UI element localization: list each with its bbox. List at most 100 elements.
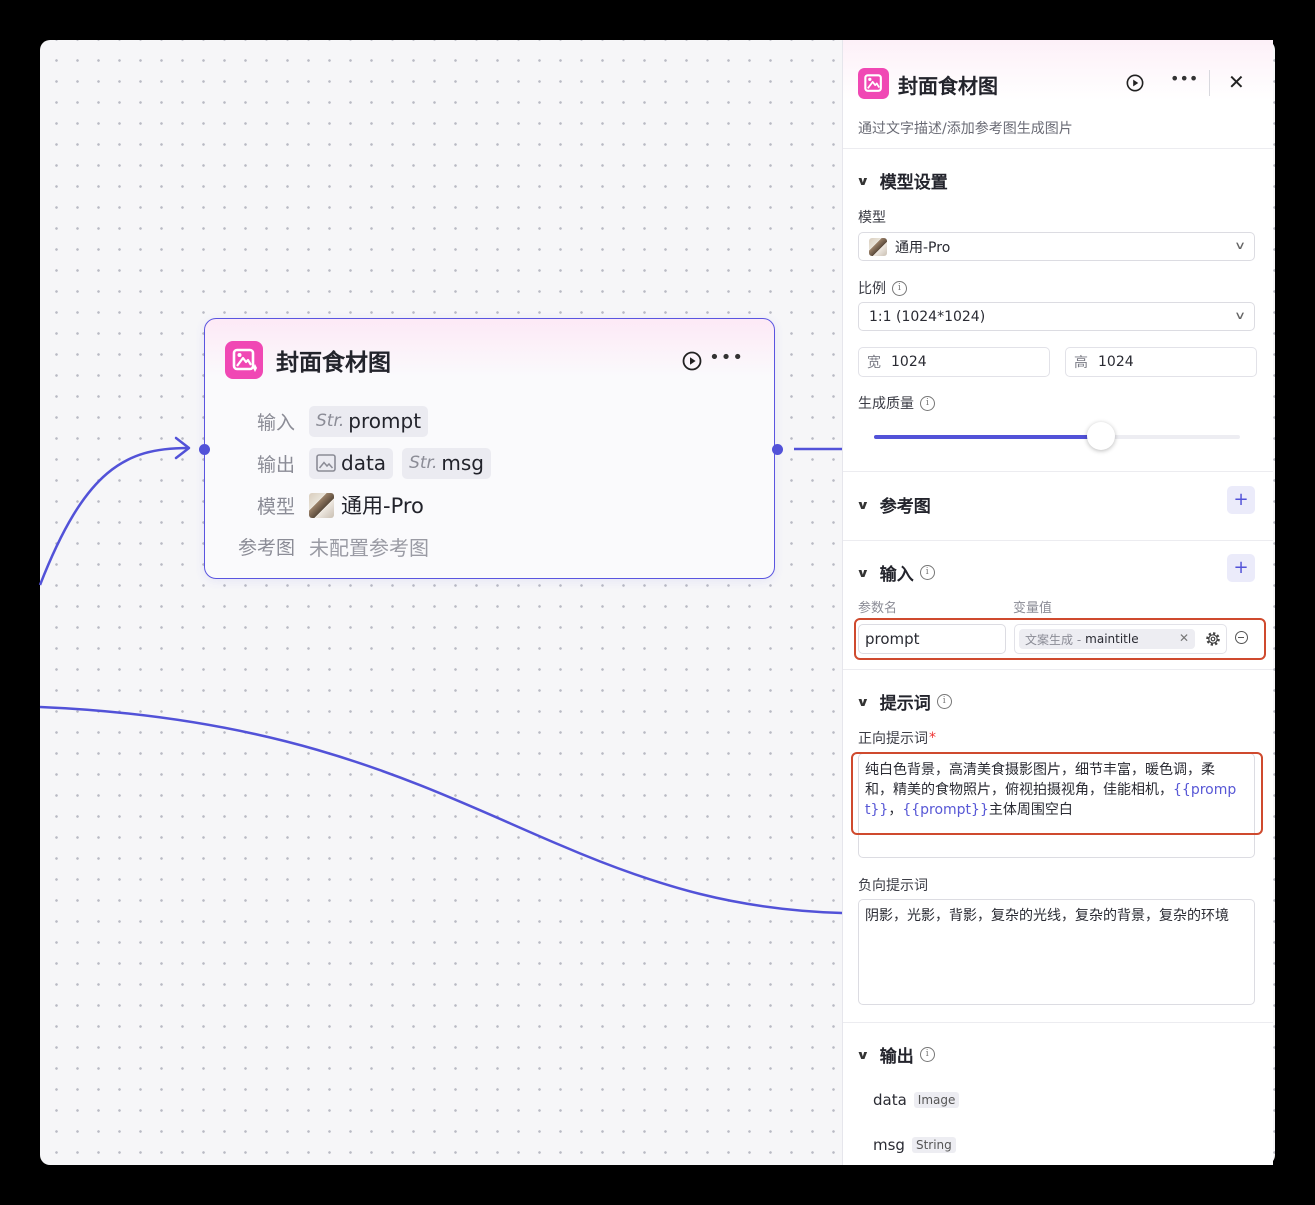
chevron-down-icon: ∨ [856,565,870,580]
output-type-badge: String [911,1137,956,1153]
height-input[interactable]: 高 1024 [1065,347,1257,377]
section-title: 输出 [879,1047,914,1067]
row-label: 输出 [256,453,295,476]
section-inputs[interactable]: ∨ 输入 i [856,560,935,585]
field-label: 比例 [858,281,886,297]
column-header-name: 参数名 [858,601,898,616]
remove-row-icon[interactable] [1235,631,1248,644]
param-name-value: prompt [865,630,920,648]
negative-prompt-textarea[interactable]: 阴影，光影，背影，复杂的光线，复杂的背景，复杂的环境 [858,899,1255,1005]
divider [843,1022,1273,1023]
slider-fill [874,435,1101,439]
divider [843,669,1273,670]
ratio-select[interactable]: 1:1 (1024*1024) ∨ [858,302,1255,331]
model-value: 通用-Pro [341,494,424,518]
output-name: msg [873,1136,905,1154]
node-title: 封面食材图 [276,350,391,376]
positive-prompt-highlight [851,752,1263,835]
chevron-down-icon: ∨ [856,173,870,188]
section-title: 输入 [879,565,914,585]
string-type-icon: Str. [316,411,345,431]
quality-label-row: 生成质量 i [858,393,935,413]
string-type-icon: Str. [409,453,438,473]
chevron-down-icon: ∨ [856,694,870,709]
close-icon[interactable]: ✕ [1228,70,1245,94]
info-icon[interactable]: i [936,694,952,709]
output-item: data Image [873,1091,960,1109]
field-label: 模型 [858,210,886,226]
variable-value-field[interactable]: 文案生成 - maintitle ✕ [1014,624,1227,654]
ratio-label-row: 比例 i [858,278,907,298]
node-row-model: 模型 通用-Pro [225,489,424,521]
field-label: 生成质量 [858,396,914,412]
section-outputs[interactable]: ∨ 输出 i [856,1042,935,1067]
height-value: 1024 [1098,354,1134,370]
field-label: 正向提示词 [858,731,928,747]
height-prefix: 高 [1074,355,1088,371]
model-select-value: 通用-Pro [895,239,951,256]
add-reference-button[interactable]: + [1227,486,1255,514]
chevron-down-icon: ∨ [1233,309,1247,322]
node-row-reference: 参考图 未配置参考图 [225,530,429,562]
info-icon[interactable]: i [920,395,935,411]
output-type-badge: Image [913,1092,960,1108]
row-label: 输入 [256,411,295,434]
run-icon[interactable] [682,351,702,371]
section-prompt[interactable]: ∨ 提示词 i [856,689,952,714]
chevron-down-icon: ∨ [1233,239,1247,252]
divider [843,540,1273,541]
input-name: prompt [348,409,422,433]
node-input-handle[interactable] [199,444,210,455]
more-options-icon[interactable]: ••• [709,347,744,368]
output-name: data [341,451,387,475]
add-input-button[interactable]: + [1227,554,1255,582]
variable-tag: 文案生成 - maintitle ✕ [1019,629,1195,649]
output-chip-msg: Str. msg [402,447,491,479]
image-generation-icon [858,68,889,99]
section-title: 参考图 [879,497,931,517]
section-reference[interactable]: ∨ 参考图 [856,492,931,517]
quality-slider[interactable] [874,422,1240,450]
info-icon[interactable]: i [919,565,935,580]
info-icon[interactable]: i [919,1047,935,1062]
param-name-input[interactable]: prompt [858,624,1006,654]
more-options-icon[interactable]: ••• [1170,69,1198,88]
row-label: 模型 [256,495,295,518]
variable-key: maintitle [1085,632,1139,646]
image-generation-icon [225,341,263,379]
chevron-down-icon: ∨ [856,497,870,512]
gear-icon[interactable] [1204,630,1222,648]
node-output-handle[interactable] [772,444,783,455]
row-label: 参考图 [237,536,295,559]
node-settings-panel: 封面食材图 ••• ✕ 通过文字描述/添加参考图生成图片 ∨ 模型设置 模型 通… [842,40,1273,1165]
width-prefix: 宽 [867,355,881,371]
header-divider [1209,70,1210,96]
ratio-select-value: 1:1 (1024*1024) [869,308,986,325]
panel-title: 封面食材图 [898,74,998,98]
divider [843,471,1273,472]
chevron-down-icon: ∨ [856,1047,870,1062]
node-row-input: 输入 Str. prompt [225,405,437,437]
positive-label-row: 正向提示词 * [858,728,936,748]
width-input[interactable]: 宽 1024 [858,347,1050,377]
model-select[interactable]: 通用-Pro ∨ [858,232,1255,261]
reference-value: 未配置参考图 [309,535,429,560]
negative-label: 负向提示词 [858,878,928,894]
workflow-node-card[interactable]: 封面食材图 ••• 输入 Str. prompt 输出 data Str. ms… [204,318,775,579]
output-item: msg String [873,1136,956,1154]
required-mark: * [929,730,936,746]
output-chip-data: data [309,447,394,479]
info-icon[interactable]: i [892,280,907,296]
slider-thumb[interactable] [1086,422,1115,450]
panel-description: 通过文字描述/添加参考图生成图片 [858,121,1073,137]
variable-source: 文案生成 - [1025,632,1082,647]
output-name: msg [441,451,484,475]
remove-tag-icon[interactable]: ✕ [1179,631,1189,645]
section-model-settings[interactable]: ∨ 模型设置 [856,168,948,193]
width-value: 1024 [891,354,927,370]
input-chip: Str. prompt [309,405,429,437]
run-icon[interactable] [1126,74,1144,92]
section-title: 模型设置 [879,173,948,193]
node-row-output: 输出 data Str. msg [225,447,500,479]
output-name: data [873,1091,907,1109]
